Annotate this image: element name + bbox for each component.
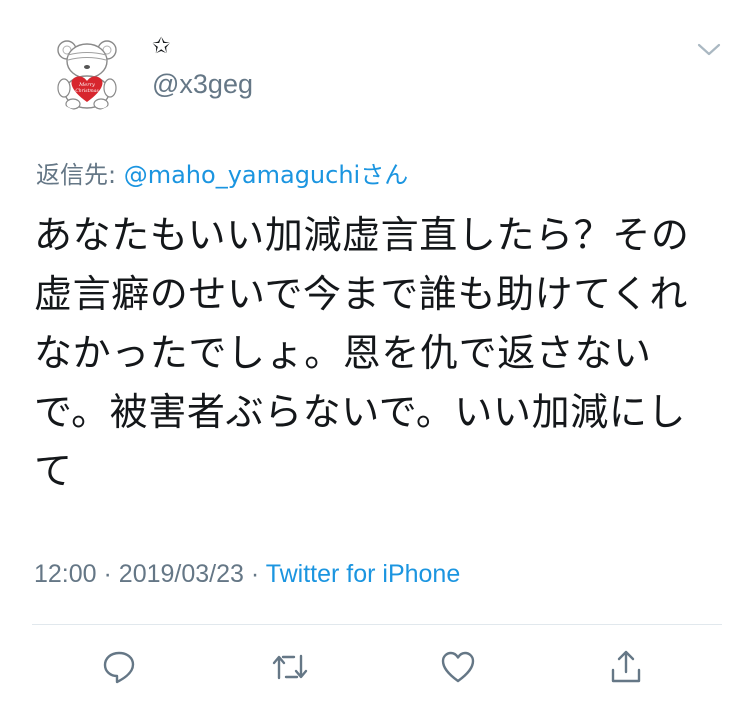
reply-button[interactable] <box>97 645 141 689</box>
reply-icon <box>103 651 135 684</box>
chevron-down-icon[interactable] <box>694 38 724 62</box>
svg-text:Christmas: Christmas <box>75 88 99 94</box>
heart-icon <box>441 651 475 683</box>
reply-context: 返信先: @maho_yamaguchiさん <box>36 159 408 191</box>
tweet-text: あなたもいい加減虚言直したら？その虚言癖のせいで今まで誰も助けてくれなかったでし… <box>34 213 690 493</box>
tweet-source-link[interactable]: Twitter for iPhone <box>266 560 461 588</box>
tweet-time: 12:00 <box>34 560 97 588</box>
share-icon <box>611 650 641 683</box>
display-name[interactable]: ✩ <box>152 34 170 60</box>
divider <box>32 624 722 625</box>
user-handle[interactable]: @x3geg <box>152 68 253 100</box>
svg-text:Merry: Merry <box>78 82 95 88</box>
tweet-action-bar <box>0 645 750 691</box>
like-button[interactable] <box>436 645 480 689</box>
meta-separator-1: · <box>103 560 112 588</box>
retweet-icon <box>272 654 308 680</box>
share-button[interactable] <box>604 645 648 689</box>
reply-suffix[interactable]: さん <box>360 161 408 189</box>
meta-separator-2: · <box>250 560 260 588</box>
reply-mention-link[interactable]: @maho_yamaguchi <box>124 161 361 189</box>
tweet-metadata: 12:00 · 2019/03/23 · Twitter for iPhone <box>34 558 460 590</box>
avatar[interactable]: Merry Christmas <box>46 30 128 112</box>
teddy-bear-avatar-image: Merry Christmas <box>57 40 117 110</box>
reply-prefix: 返信先: <box>36 161 124 189</box>
retweet-button[interactable] <box>268 645 312 689</box>
tweet-date: 2019/03/23 <box>118 560 244 588</box>
